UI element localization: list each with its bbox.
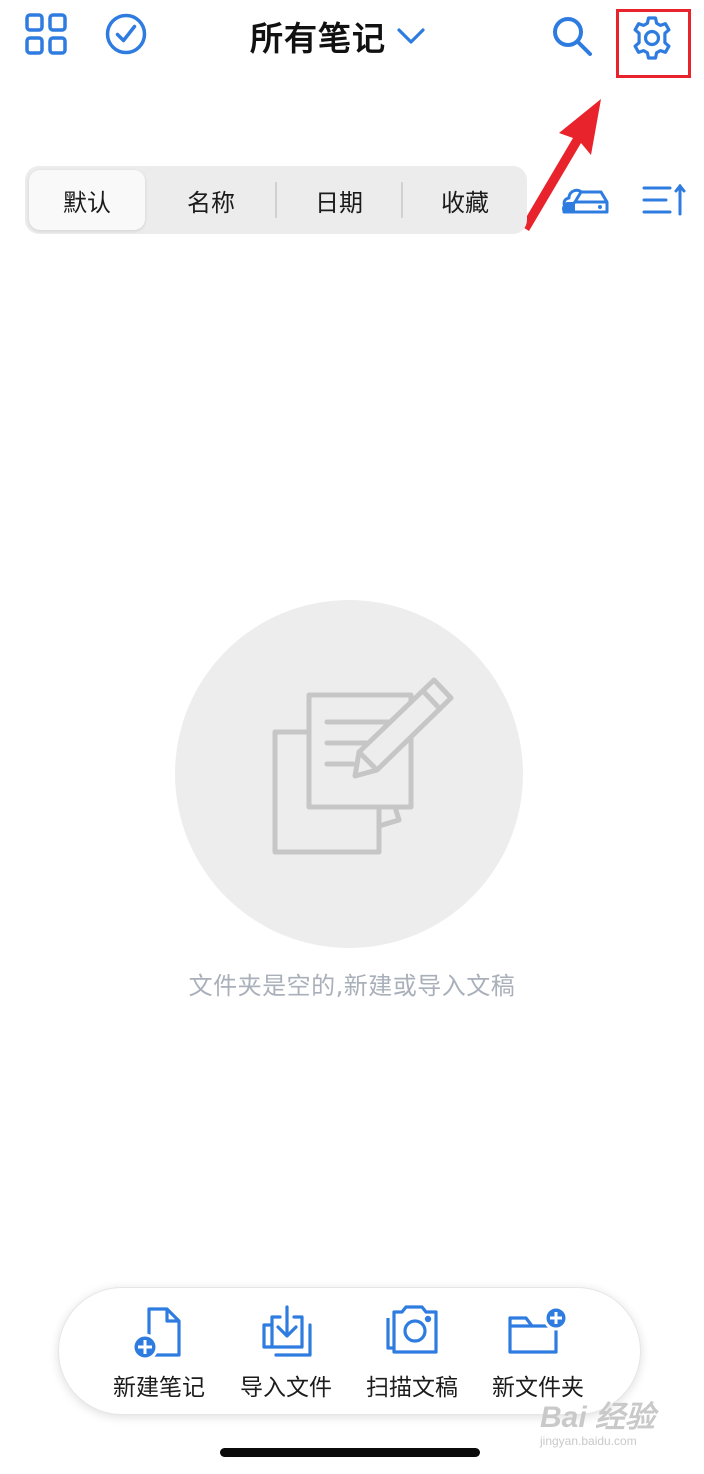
new-note-icon	[131, 1307, 181, 1361]
sort-tab-default[interactable]: 默认	[29, 170, 145, 230]
import-file-button[interactable]: 导入文件	[226, 1302, 346, 1406]
cloud-drive-icon[interactable]	[560, 180, 612, 220]
notes-pencil-icon	[272, 677, 454, 855]
sort-tab-name[interactable]: 名称	[149, 170, 273, 230]
sort-segmented-control: 默认 名称 日期 收藏	[25, 166, 527, 234]
scan-document-button[interactable]: 扫描文稿	[352, 1302, 472, 1406]
import-file-icon	[262, 1305, 312, 1357]
sort-order-icon[interactable]	[638, 180, 690, 220]
scan-camera-icon	[386, 1305, 438, 1354]
new-folder-button[interactable]: 新文件夹	[478, 1302, 598, 1406]
home-indicator[interactable]	[220, 1448, 480, 1457]
settings-highlight-box	[616, 9, 691, 78]
grid-icon[interactable]	[20, 8, 72, 60]
sort-tab-date[interactable]: 日期	[277, 170, 401, 230]
page-title: 所有笔记	[250, 19, 386, 58]
checkmark-circle-icon[interactable]	[100, 8, 152, 60]
sort-tab-label: 名称	[187, 188, 235, 217]
empty-state-message: 文件夹是空的,新建或导入文稿	[188, 972, 516, 1000]
sort-tab-favorites[interactable]: 收藏	[403, 170, 527, 230]
baidu-watermark: Bai 经验 jingyan.baidu.com	[540, 1392, 655, 1448]
new-folder-icon	[508, 1305, 569, 1354]
chevron-down-icon	[397, 28, 425, 44]
empty-state-illustration	[175, 600, 523, 948]
scan-document-label: 扫描文稿	[366, 1375, 458, 1401]
sort-tab-label: 默认	[63, 188, 111, 217]
watermark-text: Bai 经验	[540, 1401, 656, 1434]
folder-title-dropdown[interactable]: 所有笔记	[250, 8, 426, 64]
search-icon[interactable]	[546, 10, 598, 62]
sort-tab-label: 收藏	[441, 188, 489, 217]
new-note-label: 新建笔记	[113, 1375, 205, 1401]
import-file-label: 导入文件	[240, 1375, 332, 1401]
watermark-url: jingyan.baidu.com	[540, 1434, 637, 1448]
sort-tab-label: 日期	[315, 188, 363, 217]
new-note-button[interactable]: 新建笔记	[99, 1302, 219, 1406]
